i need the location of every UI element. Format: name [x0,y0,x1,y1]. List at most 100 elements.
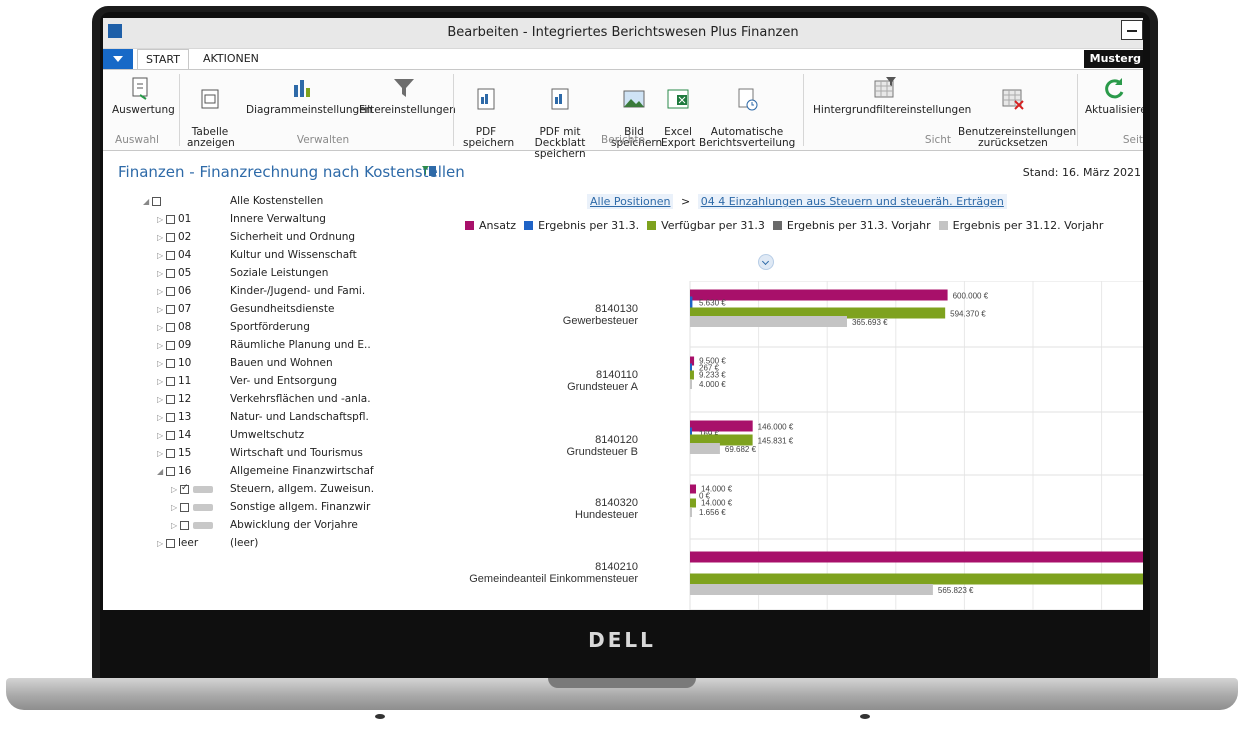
tree-checkbox[interactable] [166,215,175,224]
expand-icon[interactable]: ▷ [157,377,163,386]
expand-icon[interactable]: ▷ [157,287,163,296]
auswertung-button[interactable]: Auswertung [112,75,175,116]
tree-item-code: 05 [178,267,192,279]
ribbon-tabs: START AKTIONEN Musterg [103,49,1143,69]
bar-ergebnis-per-31-3- [690,296,693,308]
bar-ergebnis-per-31-12-vorjahr [690,380,692,389]
auto-distribution-button[interactable]: Automatische Berichtsverteilung [699,75,795,149]
tree-checkbox[interactable] [180,503,189,512]
bar-ansatz [690,289,948,301]
bar-chart: 8140130Gewerbesteuer 600.000 € 5.630 € 594.… [469,281,1143,610]
tree-checkbox[interactable] [166,323,175,332]
tree-item-label: Abwicklung der Vorjahre [230,519,358,531]
tree-checkbox[interactable] [166,233,175,242]
expand-icon[interactable]: ▷ [157,413,163,422]
group-berichte: Berichte [601,134,645,146]
app-menu-button[interactable] [103,49,133,69]
category-code: 8140110 [596,369,638,381]
bar-ergebnis-per-31-12-vorjahr [690,508,692,517]
data-label: 146.000 € [758,423,794,432]
filter-table-icon[interactable] [422,165,436,177]
category-code: 8140130 [595,303,638,315]
legend-item[interactable]: Ergebnis per 31.3. [524,219,639,232]
expand-icon[interactable]: ▷ [157,251,163,260]
tree-checkbox[interactable] [180,521,189,530]
expand-icon[interactable]: ▷ [171,503,177,512]
tree-checkbox[interactable] [152,197,161,206]
minimize-button[interactable] [1121,20,1143,40]
collapse-icon[interactable]: ◢ [157,467,163,476]
tree-item-label: Sicherheit und Ordnung [230,231,356,243]
tree-checkbox[interactable] [166,287,175,296]
tree-checkbox[interactable] [166,359,175,368]
tree-item-label: Innere Verwaltung [230,213,326,225]
bar-ergebnis-per-31-12-vorjahr [690,316,847,327]
legend-item[interactable]: Ansatz [465,219,516,232]
tree-checkbox[interactable] [166,377,175,386]
data-label: 14.000 € [701,499,733,508]
expand-icon[interactable]: ▷ [157,341,163,350]
legend-swatch [938,221,948,230]
legend-swatch [465,221,474,230]
tabelle-button[interactable]: Tabelle anzeigen [187,75,235,149]
tree-checkbox[interactable] [166,413,175,422]
dell-logo: DELL [588,628,656,652]
tree-item-label: Verkehrsflächen und -anla. [230,393,371,405]
expand-icon[interactable]: ▷ [157,359,163,368]
expand-icon[interactable]: ▷ [157,431,163,440]
legend-swatch [772,221,782,230]
tree-item-code: 04 [178,249,192,261]
tree-checkbox[interactable] [166,395,175,404]
collapse-icon[interactable]: ◢ [143,197,149,206]
expand-icon[interactable]: ▷ [157,233,163,242]
tree-checkbox[interactable] [166,539,175,548]
tree-item-code: 02 [178,231,192,243]
refresh-button[interactable]: Aktualisiere [1085,75,1143,116]
pdf-button[interactable]: PDF speichern [463,75,514,149]
background-filter-button[interactable]: Hintergrundfiltereinstellungen [813,75,971,116]
tree-item-label: Steuern, allgem. Zuweisun. [230,483,375,495]
legend-item[interactable]: Verfügbar per 31.3 [647,219,765,232]
legend-item[interactable]: Ergebnis per 31.12. Vorjahr [938,219,1103,232]
tree-checkbox[interactable] [166,467,175,476]
legend-item[interactable]: Ergebnis per 31.3. Vorjahr [772,219,931,232]
group-sicht: Sicht [924,134,952,146]
breadcrumb-root[interactable]: Alle Positionen [587,194,674,209]
expand-icon[interactable]: ▷ [157,449,163,458]
reset-settings-button[interactable]: Benutzereinstellungen zurücksetzen [958,75,1076,149]
tree-checkbox[interactable] [166,341,175,350]
expand-icon[interactable]: ▷ [171,521,177,530]
bar-ergebnis-per-31-12-vorjahr [690,443,720,454]
laptop-foot [375,714,385,719]
diagramm-button[interactable]: Diagrammeinstellungen [246,75,372,116]
tree-item-code: 08 [178,321,192,333]
tree-checkbox[interactable] [166,449,175,458]
tree-checkbox[interactable] [166,305,175,314]
tree-item-code: 07 [178,303,192,315]
table-icon [201,89,219,109]
legend-swatch [524,221,534,230]
background-filter-icon [874,77,896,98]
excel-button[interactable]: Excel Export [661,75,695,149]
tab-start[interactable]: START [137,49,189,69]
breadcrumb-current[interactable]: 04 4 Einzahlungen aus Steuern und steuer… [697,194,1007,209]
tree-checkbox[interactable] [166,431,175,440]
expand-icon[interactable]: ▷ [157,305,163,314]
category-name: Gemeindeanteil Einkommensteuer [469,573,638,585]
tree-checkbox[interactable] [180,483,189,494]
tab-aktionen[interactable]: AKTIONEN [195,49,267,69]
expand-icon[interactable]: ▷ [171,485,177,494]
filter-button[interactable]: Filtereinstellungen [359,75,456,116]
background-filter-label: Hintergrundfiltereinstellungen [813,104,972,116]
expand-icon[interactable]: ▷ [157,395,163,404]
expand-icon[interactable]: ▷ [157,323,163,332]
chart-settings-icon [294,80,310,97]
expand-icon[interactable]: ▷ [157,215,163,224]
expand-icon[interactable]: ▷ [157,539,163,548]
chevron-down-icon[interactable] [758,254,774,270]
pdf-deckblatt-button[interactable]: PDF mit Deckblatt speichern [515,75,605,160]
expand-icon[interactable]: ▷ [157,269,163,278]
tree-checkbox[interactable] [166,269,175,278]
tree-checkbox[interactable] [166,251,175,260]
tree-item-code: 16 [178,465,192,477]
